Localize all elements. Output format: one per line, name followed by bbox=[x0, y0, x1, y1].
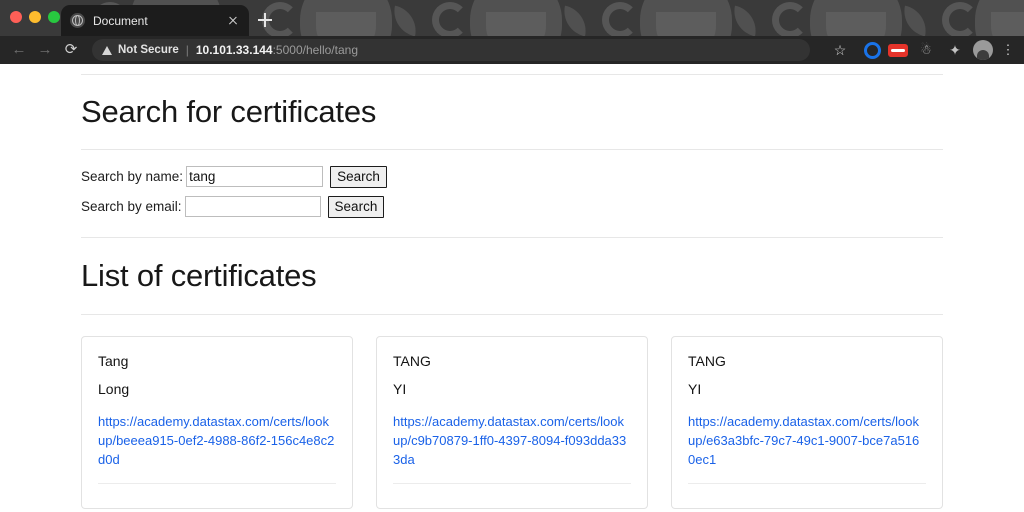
card-divider bbox=[98, 483, 336, 484]
page-container: Search for certificates Search by name: … bbox=[81, 74, 943, 509]
globe-icon bbox=[70, 13, 85, 28]
minimize-window-button[interactable] bbox=[29, 11, 41, 23]
search-form: Search by name: Search Search by email: … bbox=[81, 150, 943, 237]
page-title: Search for certificates bbox=[81, 94, 377, 129]
search-name-input[interactable] bbox=[186, 166, 324, 187]
browser-toolbar: ← → ⟳ Not Secure | 10.101.33.144 :5000/h… bbox=[0, 36, 1024, 64]
certificate-link[interactable]: https://academy.datastax.com/certs/looku… bbox=[98, 412, 336, 469]
certificate-first-name: TANG bbox=[393, 353, 431, 369]
certificate-card: TANG YI https://academy.datastax.com/cer… bbox=[671, 336, 943, 509]
card-divider bbox=[393, 483, 631, 484]
bookmark-star-icon[interactable]: ☆ bbox=[820, 39, 860, 61]
chrome-menu-icon[interactable]: ⋮ bbox=[1000, 39, 1016, 61]
browser-window: Document ← → ⟳ Not Secure | 10.101.33.14… bbox=[0, 0, 1024, 512]
page-viewport: Search for certificates Search by name: … bbox=[0, 64, 1024, 512]
certificate-first-name: Tang bbox=[98, 353, 129, 369]
search-by-name-label: Search by name: bbox=[81, 169, 184, 184]
certificate-card-list: Tang Long https://academy.datastax.com/c… bbox=[81, 336, 943, 509]
search-email-input[interactable] bbox=[184, 196, 321, 217]
divider-under-list-title bbox=[81, 314, 943, 315]
card-divider bbox=[688, 483, 926, 484]
extensions-puzzle-icon[interactable]: ✦ bbox=[944, 39, 966, 61]
back-icon[interactable]: ← bbox=[6, 37, 32, 63]
url-path: :5000/hello/tang bbox=[272, 43, 358, 57]
browser-tab[interactable]: Document bbox=[61, 5, 249, 36]
search-email-button[interactable]: Search bbox=[327, 195, 385, 218]
forward-icon[interactable]: → bbox=[32, 37, 58, 63]
bug-report-icon[interactable]: ☃ bbox=[915, 39, 937, 61]
certificate-last-name: YI bbox=[393, 381, 407, 397]
search-by-name-row: Search by name: Search bbox=[81, 164, 943, 189]
certificate-card: TANG YI https://academy.datastax.com/cer… bbox=[376, 336, 648, 509]
certificate-last-name: Long bbox=[98, 381, 130, 397]
sync-circle-icon[interactable] bbox=[864, 42, 881, 59]
address-bar[interactable]: Not Secure | 10.101.33.144 :5000/hello/t… bbox=[92, 39, 810, 61]
divider-above-list bbox=[81, 237, 943, 238]
window-traffic-lights[interactable] bbox=[10, 11, 60, 23]
url-host: 10.101.33.144 bbox=[195, 43, 273, 57]
certificate-link[interactable]: https://academy.datastax.com/certs/looku… bbox=[688, 412, 926, 469]
search-name-button[interactable]: Search bbox=[330, 165, 387, 188]
close-tab-icon[interactable] bbox=[225, 13, 241, 29]
list-title: List of certificates bbox=[81, 258, 317, 293]
tab-title: Document bbox=[93, 13, 148, 28]
certificate-link[interactable]: https://academy.datastax.com/certs/looku… bbox=[393, 412, 631, 469]
password-manager-icon[interactable] bbox=[888, 43, 908, 57]
search-by-email-row: Search by email: Search bbox=[81, 194, 943, 219]
divider-top bbox=[81, 74, 943, 75]
close-window-button[interactable] bbox=[10, 11, 22, 23]
certificate-last-name: YI bbox=[688, 381, 702, 397]
profile-avatar-icon[interactable] bbox=[973, 40, 993, 60]
certificate-card: Tang Long https://academy.datastax.com/c… bbox=[81, 336, 353, 509]
not-secure-warning-icon bbox=[102, 45, 112, 55]
security-status-label: Not Secure bbox=[118, 44, 179, 56]
maximize-window-button[interactable] bbox=[48, 11, 60, 23]
certificate-first-name: TANG bbox=[688, 353, 726, 369]
new-tab-button[interactable] bbox=[254, 9, 276, 31]
tab-strip: Document bbox=[0, 0, 1024, 36]
omnibox-separator: | bbox=[185, 43, 189, 57]
reload-icon[interactable]: ⟳ bbox=[58, 37, 84, 63]
search-by-email-label: Search by email: bbox=[81, 199, 182, 214]
